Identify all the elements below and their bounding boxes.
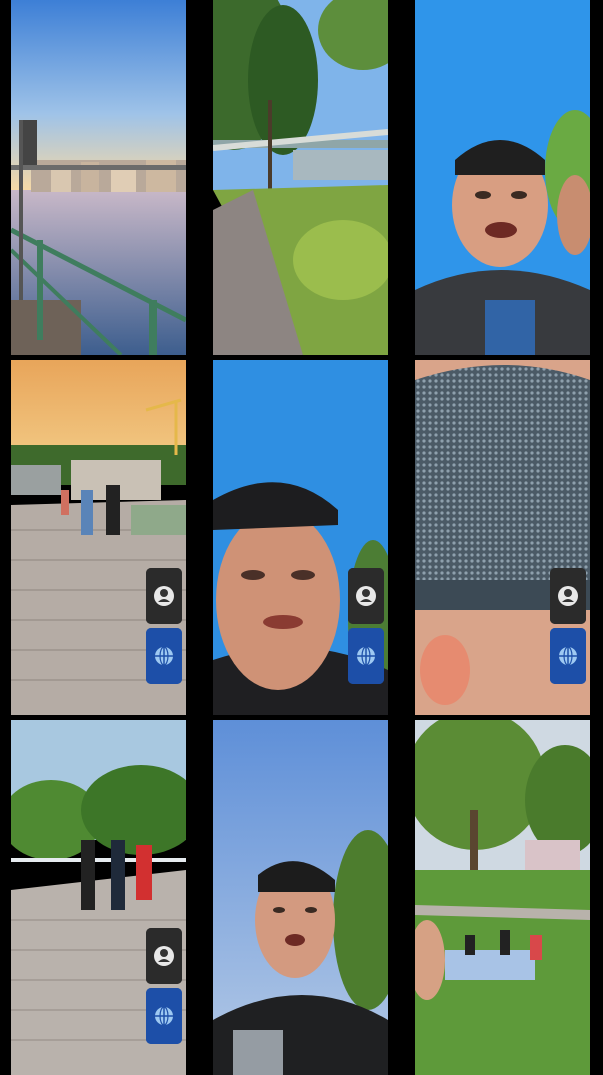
globe-icon	[348, 628, 384, 684]
tile-park-path[interactable]	[213, 0, 388, 355]
globe-icon	[146, 628, 182, 684]
park-scene	[213, 0, 388, 355]
person-portrait-icon	[146, 928, 182, 984]
tile-park-picnic[interactable]	[415, 720, 590, 1075]
globe-icon	[550, 628, 586, 684]
person-portrait-icon	[348, 568, 384, 624]
tile-selfie-blur[interactable]	[213, 360, 388, 715]
globe-badge[interactable]	[348, 628, 384, 684]
tile-selfie-cap[interactable]	[415, 0, 590, 355]
video-thumbnail-badge[interactable]	[550, 568, 586, 624]
tile-boardwalk[interactable]	[11, 360, 186, 715]
river-scene	[11, 0, 186, 355]
tile-bridge-walkers[interactable]	[11, 720, 186, 1075]
person-portrait-icon	[146, 568, 182, 624]
video-thumbnail-badge[interactable]	[348, 568, 384, 624]
tile-closeup-cap[interactable]	[415, 360, 590, 715]
selfie-scene	[415, 0, 590, 355]
video-thumbnail-badge[interactable]	[146, 568, 182, 624]
globe-icon	[146, 988, 182, 1044]
person-portrait-icon	[550, 568, 586, 624]
tile-selfie-looking-up[interactable]	[213, 720, 388, 1075]
globe-badge[interactable]	[146, 988, 182, 1044]
video-thumbnail-badge[interactable]	[146, 928, 182, 984]
globe-badge[interactable]	[146, 628, 182, 684]
globe-badge[interactable]	[550, 628, 586, 684]
tile-river-promenade[interactable]	[11, 0, 186, 355]
picnic-scene	[415, 720, 590, 1075]
selfie-up-scene	[213, 720, 388, 1075]
